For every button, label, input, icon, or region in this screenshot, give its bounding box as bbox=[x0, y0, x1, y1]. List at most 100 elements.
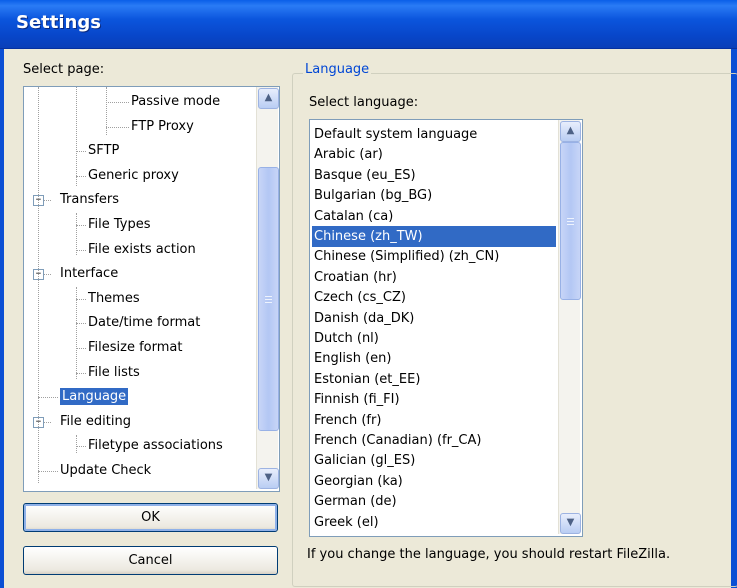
tree-item[interactable]: Date/time format bbox=[88, 312, 200, 334]
language-option[interactable]: Georgian (ka) bbox=[312, 471, 556, 492]
language-list-scroll-down-button[interactable]: ▼ bbox=[560, 513, 581, 534]
title-bar[interactable]: Settings bbox=[0, 0, 737, 49]
tree-item[interactable]: Themes bbox=[88, 288, 140, 310]
tree-item-label: File Types bbox=[88, 217, 151, 232]
tree-item[interactable]: Filesize format bbox=[88, 337, 182, 359]
tree-scroll-thumb[interactable] bbox=[258, 167, 279, 431]
tree-connector-line bbox=[106, 102, 129, 103]
language-list-thumb-grip-line bbox=[567, 224, 574, 225]
select-page-label: Select page: bbox=[23, 62, 105, 77]
language-option[interactable]: Bulgarian (bg_BG) bbox=[312, 185, 556, 206]
tree-item-label: Date/time format bbox=[88, 315, 201, 331]
tree-item-label: Themes bbox=[88, 290, 140, 306]
language-option[interactable]: German (de) bbox=[312, 491, 556, 512]
tree-item-label: FTP Proxy bbox=[131, 118, 194, 134]
language-option[interactable]: Arabic (ar) bbox=[312, 144, 556, 165]
language-option[interactable]: Dutch (nl) bbox=[312, 328, 556, 349]
tree-connector-line bbox=[76, 225, 86, 226]
tree-connector-line bbox=[76, 435, 77, 453]
tree-connector-line bbox=[76, 87, 77, 186]
language-list-scrollbar[interactable]: ▲ ▼ bbox=[558, 120, 581, 534]
language-option[interactable]: Galician (gl_ES) bbox=[312, 450, 556, 471]
tree-item[interactable]: SFTP bbox=[88, 140, 119, 162]
tree-item[interactable]: Filetype associations bbox=[88, 435, 223, 457]
language-option[interactable]: Basque (eu_ES) bbox=[312, 165, 556, 186]
tree-item-label: File exists action bbox=[88, 241, 196, 257]
select-language-label: Select language: bbox=[309, 95, 419, 110]
tree-connector-line bbox=[106, 127, 129, 128]
language-option[interactable]: Chinese (zh_TW) bbox=[312, 226, 556, 247]
tree-item[interactable]: Language bbox=[60, 386, 129, 408]
tree-item-label: Filetype associations bbox=[88, 438, 223, 454]
tree-item-label: Filesize format bbox=[88, 340, 183, 355]
tree-item[interactable]: File editing bbox=[60, 411, 131, 433]
language-option[interactable]: Catalan (ca) bbox=[312, 206, 556, 227]
tree-thumb-grip-line bbox=[265, 302, 272, 303]
tree-item[interactable]: Passive mode bbox=[131, 91, 220, 113]
tree-item[interactable]: Interface bbox=[60, 263, 118, 285]
language-listbox[interactable]: Default system language Arabic (ar) Basque… bbox=[309, 119, 583, 537]
tree-connector-line bbox=[76, 446, 86, 447]
ok-button[interactable]: OK bbox=[23, 503, 278, 532]
language-option[interactable]: French (fr) bbox=[312, 410, 556, 431]
tree-connector-line bbox=[38, 87, 39, 483]
restart-note: If you change the language, you should r… bbox=[307, 547, 671, 562]
tree-scroll-up-button[interactable]: ▲ bbox=[258, 88, 279, 109]
tree-connector-line bbox=[76, 213, 77, 255]
tree-item[interactable]: File lists bbox=[88, 362, 140, 384]
tree-item[interactable]: Update Check bbox=[60, 460, 151, 482]
language-option[interactable]: English (en) bbox=[312, 348, 556, 369]
tree-item-label: Update Check bbox=[60, 463, 152, 478]
tree-scroll-down-button[interactable]: ▼ bbox=[258, 468, 279, 489]
language-option[interactable]: Hebrew (he_IL) bbox=[312, 532, 556, 536]
window-border-left bbox=[0, 49, 4, 588]
tree-connector-line bbox=[44, 274, 51, 275]
tree-scrollbar[interactable]: ▲ ▼ bbox=[256, 87, 279, 489]
tree-item-label: File editing bbox=[60, 413, 131, 429]
language-list-thumb-grip-line bbox=[567, 221, 574, 222]
tree-connector-line bbox=[76, 373, 86, 374]
language-option[interactable]: Greek (el) bbox=[312, 512, 556, 533]
language-option[interactable]: Czech (cs_CZ) bbox=[312, 287, 556, 308]
cancel-button[interactable]: Cancel bbox=[23, 546, 278, 575]
language-group-title: Language bbox=[303, 62, 372, 77]
tree-connector-line bbox=[44, 422, 51, 423]
language-list-thumb-grip-line bbox=[567, 218, 574, 219]
tree-connector-line bbox=[76, 151, 86, 152]
tree-item[interactable]: Generic proxy bbox=[88, 165, 179, 187]
tree-thumb-grip-line bbox=[265, 296, 272, 297]
tree-connector-line bbox=[76, 250, 86, 251]
tree-item[interactable]: File exists action bbox=[88, 239, 196, 261]
tree-item-label: Language bbox=[60, 388, 129, 406]
tree-thumb-grip-line bbox=[265, 299, 272, 300]
settings-page-tree[interactable]: Passive mode FTP Proxy SFTP Generic proxy Tr… bbox=[23, 86, 280, 492]
tree-item[interactable]: File Types bbox=[88, 214, 151, 236]
tree-item-label: Generic proxy bbox=[88, 167, 179, 183]
tree-item-label: SFTP bbox=[88, 143, 120, 159]
language-list-scroll-up-button[interactable]: ▲ bbox=[560, 121, 581, 142]
window-title: Settings bbox=[16, 12, 101, 33]
tree-item-label: Transfers bbox=[60, 192, 120, 208]
tree-connector-line bbox=[76, 176, 86, 177]
tree-connector-line bbox=[38, 397, 58, 398]
tree-item-label: Passive mode bbox=[131, 94, 221, 109]
language-option[interactable]: French (Canadian) (fr_CA) bbox=[312, 430, 556, 451]
language-option[interactable]: Default system language bbox=[312, 124, 556, 145]
tree-connector-line bbox=[106, 87, 107, 135]
tree-connector-line bbox=[44, 200, 51, 201]
language-option[interactable]: Croatian (hr) bbox=[312, 267, 556, 288]
tree-connector-line bbox=[76, 323, 86, 324]
tree-item-label: Interface bbox=[60, 266, 119, 282]
language-option[interactable]: Finnish (fi_FI) bbox=[312, 389, 556, 410]
tree-item-label: File lists bbox=[88, 364, 140, 380]
tree-connector-line bbox=[38, 471, 58, 472]
language-list-scroll-thumb[interactable] bbox=[560, 142, 581, 300]
language-option[interactable]: Chinese (Simplified) (zh_CN) bbox=[312, 246, 556, 267]
tree-connector-line bbox=[76, 287, 77, 379]
tree-item[interactable]: Transfers bbox=[60, 189, 119, 211]
tree-item[interactable]: FTP Proxy bbox=[131, 116, 194, 138]
tree-connector-line bbox=[76, 348, 86, 349]
language-option[interactable]: Estonian (et_EE) bbox=[312, 369, 556, 390]
language-option[interactable]: Danish (da_DK) bbox=[312, 308, 556, 329]
tree-connector-line bbox=[76, 299, 86, 300]
